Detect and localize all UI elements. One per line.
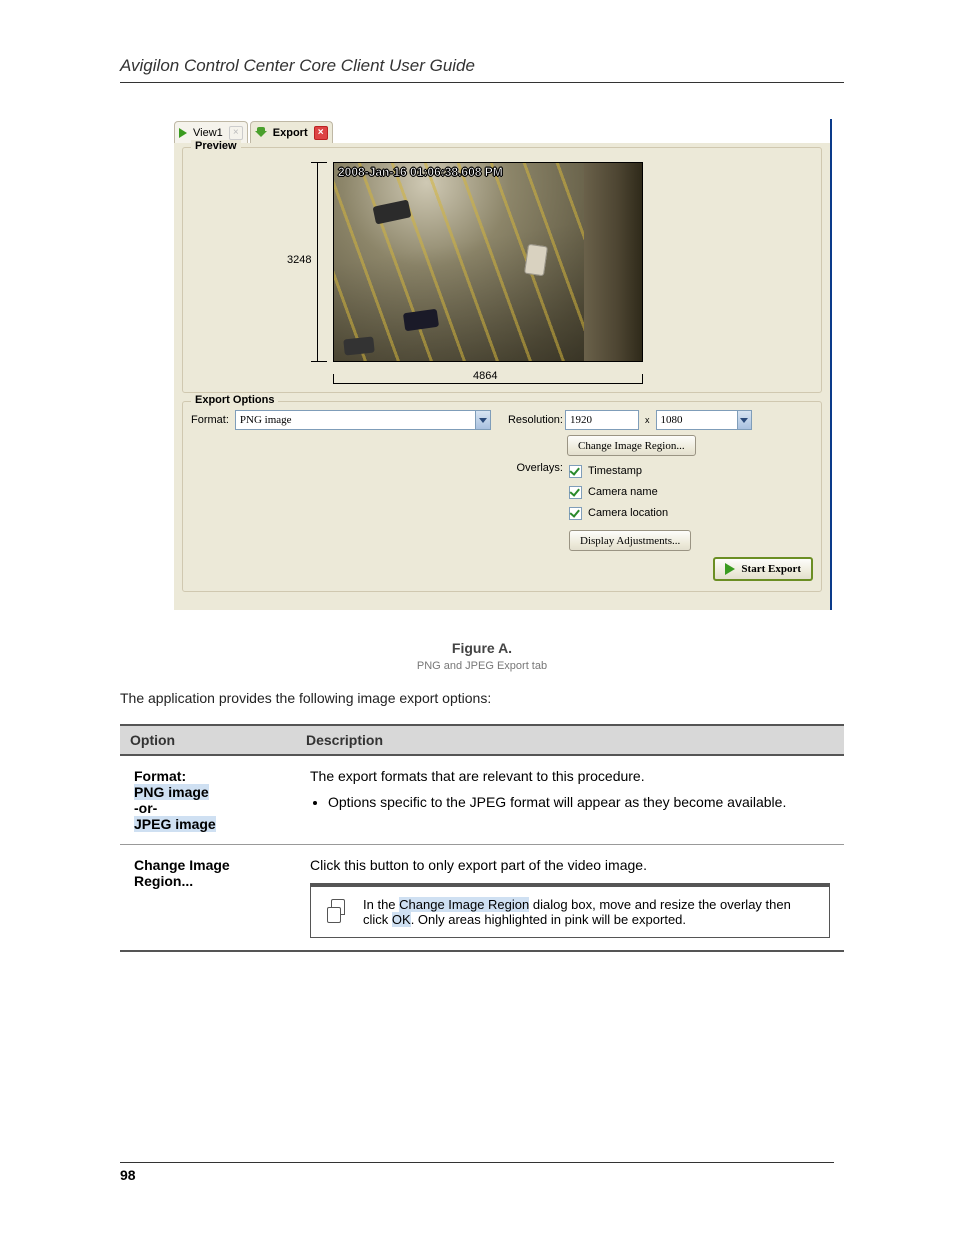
table-row: Format: PNG image -or- JPEG image The ex… <box>120 755 844 845</box>
row1-col1-a: Format: <box>134 768 186 784</box>
row1-bullet: Options specific to the JPEG format will… <box>328 794 830 810</box>
format-select[interactable] <box>235 410 491 430</box>
chevron-down-icon[interactable] <box>737 411 751 429</box>
close-icon: × <box>229 126 243 140</box>
resolution-width-value[interactable] <box>566 411 638 429</box>
arrow-right-icon <box>725 563 735 575</box>
row2-d2d: OK <box>392 912 411 927</box>
export-screenshot: View1 × Export × Preview 32 <box>174 119 832 610</box>
export-options-groupbox: Export Options Format: <box>182 401 822 592</box>
row1-col1-d: JPEG image <box>134 816 216 832</box>
row2-d2a: In the <box>363 897 399 912</box>
tab-export-label: Export <box>271 127 310 139</box>
doc-header-title: Avigilon Control Center Core Client User… <box>120 56 844 83</box>
format-value[interactable] <box>236 411 475 429</box>
intro-text: The application provides the following i… <box>120 690 844 706</box>
close-icon[interactable]: × <box>314 126 328 140</box>
row1-desc: The export formats that are relevant to … <box>310 768 645 784</box>
note-box: In the Change Image Region dialog box, m… <box>310 883 830 938</box>
overlays-label: Overlays: <box>501 462 563 551</box>
camera-preview-image: 2008-Jan-16 01:06:38.608 PM <box>333 162 643 362</box>
row2-col1: Change Image Region... <box>134 857 230 889</box>
row2-d2b: Change Image Region <box>399 897 529 912</box>
dimension-width: 4864 <box>471 370 499 382</box>
table-row: Change Image Region... Click this button… <box>120 845 844 952</box>
resolution-width-input[interactable] <box>565 410 639 430</box>
overlay-camera-name-checkbox[interactable] <box>569 486 582 499</box>
figure-caption: Figure A. <box>120 640 844 656</box>
play-icon <box>179 128 187 138</box>
start-export-button[interactable]: Start Export <box>713 557 813 581</box>
preview-groupbox: Preview 3248 <box>182 147 822 393</box>
tab-bar: View1 × Export × <box>174 119 830 143</box>
format-label: Format: <box>191 414 229 426</box>
resolution-label: Resolution: <box>501 414 563 426</box>
row1-col1-b: PNG image <box>134 784 209 800</box>
chevron-down-icon[interactable] <box>475 411 490 429</box>
display-adjustments-button[interactable]: Display Adjustments... <box>569 530 691 551</box>
start-export-label: Start Export <box>741 563 801 575</box>
download-icon <box>255 127 267 139</box>
tab-view1-label: View1 <box>191 127 225 139</box>
note-icon <box>325 897 351 923</box>
resolution-height-value[interactable] <box>657 411 737 429</box>
figure-subcaption: PNG and JPEG Export tab <box>120 660 844 672</box>
change-image-region-button[interactable]: Change Image Region... <box>567 435 696 456</box>
resolution-separator: x <box>641 415 654 425</box>
table-head-option: Option <box>120 725 296 755</box>
overlay-camera-name-label: Camera name <box>588 486 658 498</box>
resolution-height-select[interactable] <box>656 410 752 430</box>
overlay-camera-location-checkbox[interactable] <box>569 507 582 520</box>
overlay-timestamp-checkbox[interactable] <box>569 465 582 478</box>
overlay-timestamp-label: Timestamp <box>588 465 642 477</box>
row2-desc1: Click this button to only export part of… <box>310 857 830 873</box>
preview-legend: Preview <box>191 140 241 152</box>
dimension-height: 3248 <box>285 254 313 266</box>
row1-col1-c: -or- <box>134 800 157 816</box>
overlay-camera-location-label: Camera location <box>588 507 668 519</box>
export-options-legend: Export Options <box>191 394 278 406</box>
timestamp-overlay: 2008-Jan-16 01:06:38.608 PM <box>338 165 503 179</box>
tab-export[interactable]: Export × <box>250 121 333 143</box>
table-head-description: Description <box>296 725 844 755</box>
dimension-vertical-line <box>317 162 327 362</box>
row2-d2e: . Only areas highlighted in pink will be… <box>411 912 686 927</box>
page-number: 98 <box>120 1162 834 1183</box>
options-table: Option Description Format: PNG image -or… <box>120 724 844 952</box>
